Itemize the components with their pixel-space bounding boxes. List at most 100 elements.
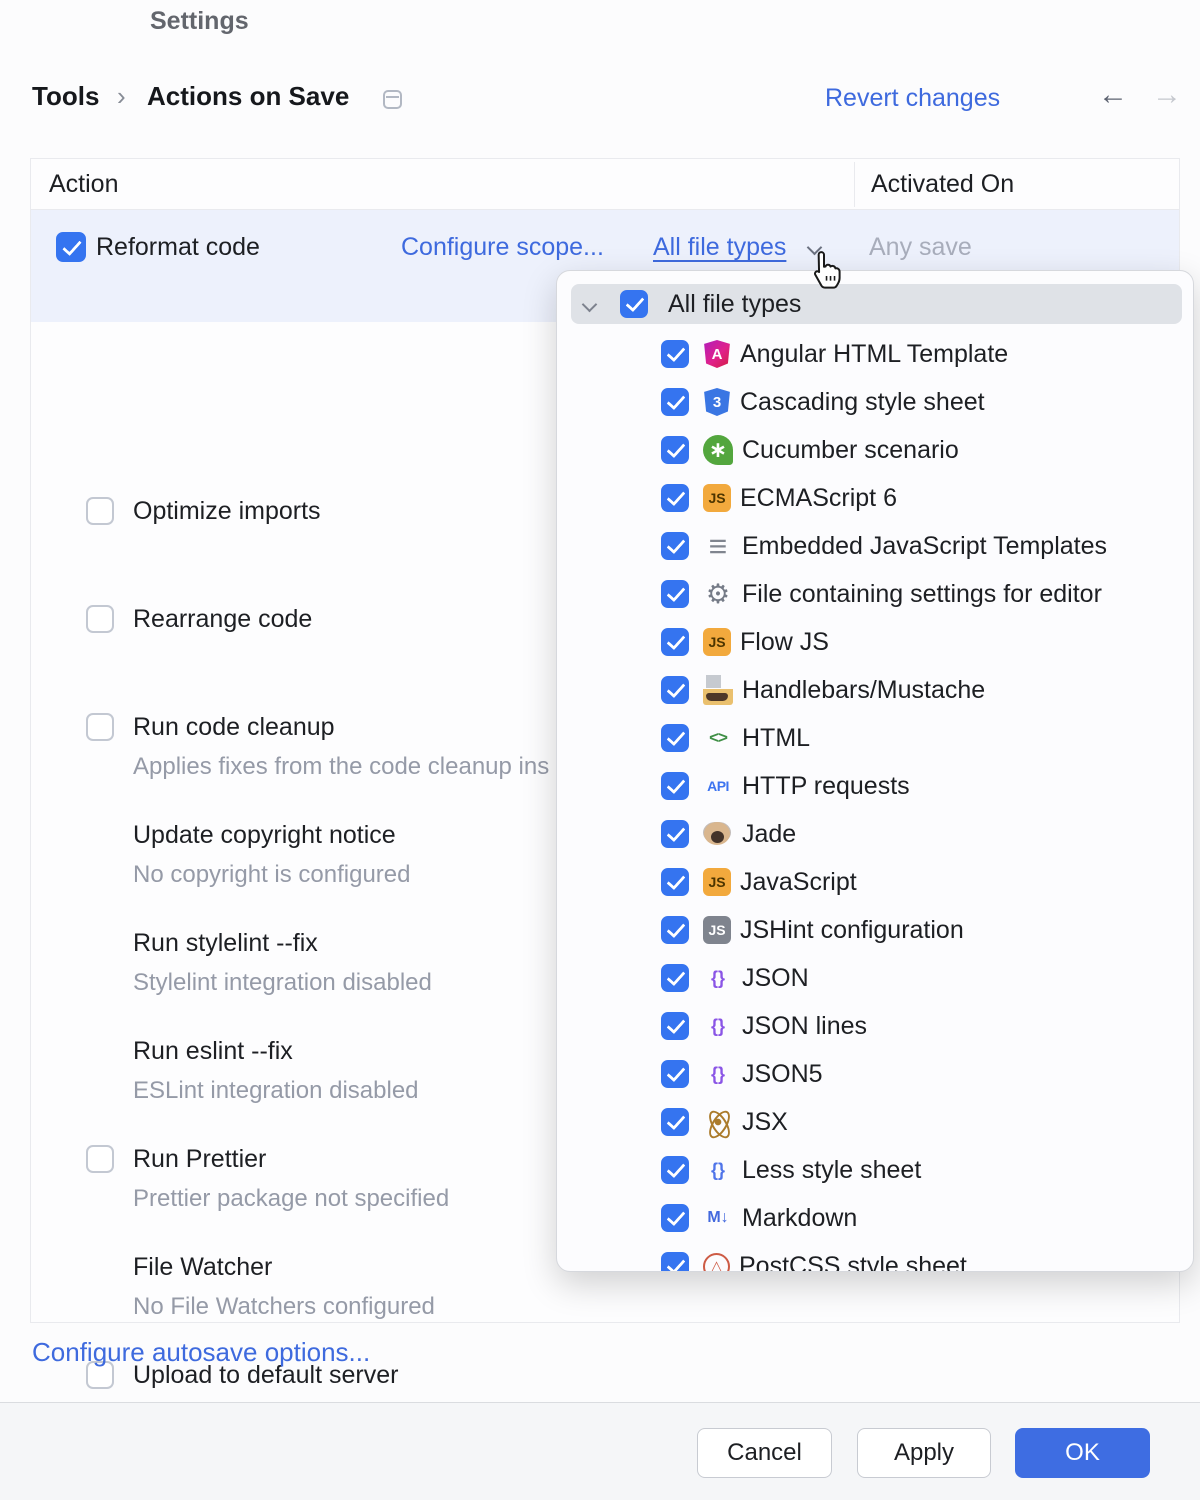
file-type-checkbox[interactable]: [661, 964, 689, 992]
pin-window-icon[interactable]: [383, 90, 402, 109]
file-type-checkbox[interactable]: [661, 628, 689, 656]
file-type-label: JSON5: [742, 1060, 823, 1089]
file-type-row[interactable]: {} JSON5: [661, 1056, 823, 1092]
file-type-row[interactable]: ∗ Cucumber scenario: [661, 432, 959, 468]
angular-icon: A: [703, 340, 731, 368]
file-type-row[interactable]: API HTTP requests: [661, 768, 910, 804]
activated-on-value[interactable]: Any save: [869, 229, 972, 265]
file-type-label: Angular HTML Template: [740, 340, 1008, 369]
column-divider: [854, 162, 855, 207]
cancel-button[interactable]: Cancel: [697, 1428, 832, 1478]
file-type-row[interactable]: JSX: [661, 1104, 788, 1140]
file-type-checkbox[interactable]: [661, 1108, 689, 1136]
action-row[interactable]: File Watcher No File Watchers configured: [86, 1249, 606, 1329]
action-row[interactable]: Run stylelint --fix Stylelint integratio…: [86, 925, 606, 1005]
action-checkbox[interactable]: [86, 605, 114, 633]
file-type-label: Flow JS: [740, 628, 829, 657]
file-type-checkbox[interactable]: [661, 676, 689, 704]
file-type-checkbox[interactable]: [661, 820, 689, 848]
file-type-row[interactable]: 3 Cascading style sheet: [661, 384, 985, 420]
file-type-checkbox[interactable]: [661, 724, 689, 752]
api-icon: API: [703, 771, 733, 801]
lines-icon: ≡: [703, 531, 733, 561]
file-type-row[interactable]: M↓ Markdown: [661, 1200, 857, 1236]
file-type-row[interactable]: JS ECMAScript 6: [661, 480, 897, 516]
file-type-label: JSHint configuration: [740, 916, 964, 945]
file-type-checkbox[interactable]: [661, 916, 689, 944]
postcss-icon: △: [703, 1253, 730, 1273]
js-icon: JS: [703, 628, 731, 656]
file-type-checkbox[interactable]: [661, 532, 689, 560]
file-type-label: HTML: [742, 724, 810, 753]
file-type-checkbox[interactable]: [661, 1156, 689, 1184]
action-row[interactable]: Rearrange code: [86, 601, 606, 681]
back-arrow-icon[interactable]: ←: [1098, 78, 1128, 112]
file-types-popup: All file types A Angular HTML Template 3…: [556, 270, 1194, 1272]
file-type-row[interactable]: JS JSHint configuration: [661, 912, 964, 948]
file-type-row[interactable]: ≡ Embedded JavaScript Templates: [661, 528, 1107, 564]
file-type-label: JSX: [742, 1108, 788, 1137]
file-type-checkbox[interactable]: [661, 1204, 689, 1232]
action-row[interactable]: Optimize imports: [86, 493, 606, 573]
settings-dialog: Settings Tools › Actions on Save Revert …: [0, 0, 1200, 1500]
file-type-row[interactable]: {} JSON: [661, 960, 809, 996]
file-type-row[interactable]: Handlebars/Mustache: [661, 672, 985, 708]
file-type-label: PostCSS style sheet: [739, 1252, 967, 1273]
file-type-label: Markdown: [742, 1204, 857, 1233]
action-label: Run eslint --fix: [133, 1033, 293, 1069]
action-subtitle: No File Watchers configured: [133, 1289, 435, 1325]
action-row[interactable]: Run code cleanup Applies fixes from the …: [86, 709, 606, 789]
action-checkbox[interactable]: [86, 1145, 114, 1173]
braces-blue-icon: {}: [703, 1155, 733, 1185]
configure-scope-link[interactable]: Configure scope...: [401, 229, 604, 265]
file-type-checkbox[interactable]: [661, 772, 689, 800]
action-row[interactable]: Run Prettier Prettier package not specif…: [86, 1141, 606, 1221]
file-type-row[interactable]: {} Less style sheet: [661, 1152, 921, 1188]
file-type-row[interactable]: <> HTML: [661, 720, 810, 756]
braces-purple-icon: {}: [703, 963, 733, 993]
file-type-row[interactable]: {} JSON lines: [661, 1008, 867, 1044]
react-icon: [703, 1107, 733, 1137]
file-type-row[interactable]: JS Flow JS: [661, 624, 829, 660]
file-type-checkbox[interactable]: [661, 1012, 689, 1040]
revert-changes-link[interactable]: Revert changes: [825, 84, 1000, 113]
js-icon: JS: [703, 868, 731, 896]
file-type-checkbox[interactable]: [661, 868, 689, 896]
braces-purple-icon: {}: [703, 1011, 733, 1041]
js-icon: JS: [703, 484, 731, 512]
breadcrumb-page-title: Actions on Save: [147, 81, 349, 112]
file-type-label: Embedded JavaScript Templates: [742, 532, 1107, 561]
file-type-row[interactable]: A Angular HTML Template: [661, 336, 1008, 372]
file-type-checkbox[interactable]: [661, 580, 689, 608]
forward-arrow-icon: →: [1152, 78, 1182, 112]
file-type-checkbox[interactable]: [661, 1060, 689, 1088]
action-row[interactable]: Update copyright notice No copyright is …: [86, 817, 606, 897]
file-type-row[interactable]: JS JavaScript: [661, 864, 857, 900]
all-file-types-dropdown-link[interactable]: All file types: [653, 229, 786, 265]
action-checkbox[interactable]: [86, 497, 114, 525]
action-subtitle: ESLint integration disabled: [133, 1073, 419, 1109]
file-type-checkbox[interactable]: [661, 340, 689, 368]
action-subtitle: Prettier package not specified: [133, 1181, 449, 1217]
reformat-code-checkbox[interactable]: [56, 232, 86, 262]
file-type-checkbox[interactable]: [661, 484, 689, 512]
file-type-checkbox[interactable]: [661, 436, 689, 464]
apply-button[interactable]: Apply: [857, 1428, 991, 1478]
action-row[interactable]: Run eslint --fix ESLint integration disa…: [86, 1033, 606, 1113]
file-type-checkbox[interactable]: [661, 1252, 689, 1272]
braces-purple-icon: {}: [703, 1059, 733, 1089]
file-type-label: Handlebars/Mustache: [742, 676, 985, 705]
configure-autosave-link[interactable]: Configure autosave options...: [32, 1337, 370, 1368]
file-type-checkbox[interactable]: [661, 388, 689, 416]
column-header-activated-on: Activated On: [871, 159, 1014, 209]
cucumber-icon: ∗: [703, 435, 733, 465]
file-type-row[interactable]: △ PostCSS style sheet: [661, 1248, 967, 1272]
ok-button[interactable]: OK: [1015, 1428, 1150, 1478]
gear-icon: ⚙: [703, 579, 733, 609]
file-type-label: HTTP requests: [742, 772, 910, 801]
action-checkbox[interactable]: [86, 713, 114, 741]
file-type-row[interactable]: ⚙ File containing settings for editor: [661, 576, 1102, 612]
action-label: Rearrange code: [133, 601, 312, 637]
file-type-row[interactable]: Jade: [661, 816, 796, 852]
breadcrumb-tools[interactable]: Tools: [32, 81, 99, 112]
